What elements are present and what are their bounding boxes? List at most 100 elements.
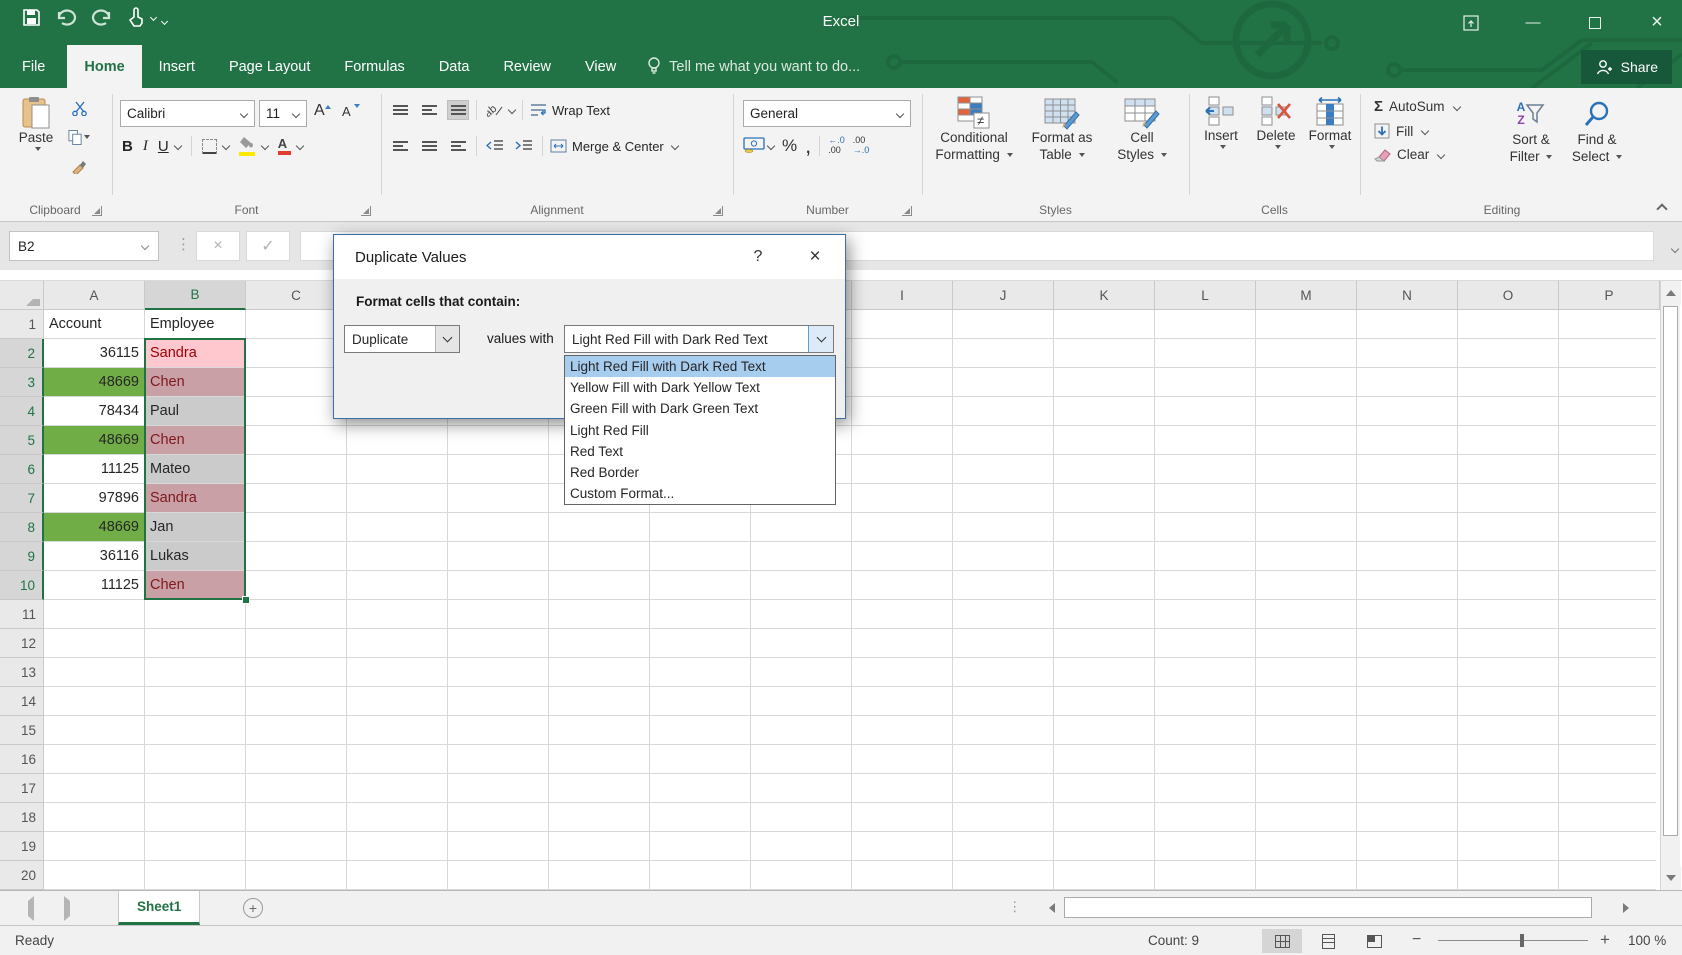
scroll-up-icon[interactable] <box>1661 281 1681 305</box>
vertical-scrollbar[interactable] <box>1660 281 1680 890</box>
format-option-2[interactable]: Green Fill with Dark Green Text <box>565 398 835 419</box>
row-header-5[interactable]: 5 <box>0 426 44 455</box>
row-header-11[interactable]: 11 <box>0 600 44 629</box>
vertical-scroll-thumb[interactable] <box>1663 306 1678 836</box>
scroll-down-icon[interactable] <box>1661 866 1681 890</box>
tab-file[interactable]: File <box>0 45 67 88</box>
row-header-8[interactable]: 8 <box>0 513 44 542</box>
rule-type-dropdown-icon[interactable] <box>435 326 459 352</box>
cell-B9[interactable]: Lukas <box>145 542 246 571</box>
align-left-icon[interactable] <box>389 136 411 156</box>
format-option-0[interactable]: Light Red Fill with Dark Red Text <box>565 356 835 377</box>
format-as-table-button[interactable]: Format as Table <box>1022 96 1102 164</box>
new-sheet-button[interactable]: + <box>243 898 263 918</box>
row-header-7[interactable]: 7 <box>0 484 44 513</box>
cell-B8[interactable]: Jan <box>145 513 246 542</box>
format-option-1[interactable]: Yellow Fill with Dark Yellow Text <box>565 377 835 398</box>
cell-A2[interactable]: 36115 <box>44 339 145 368</box>
cell-B6[interactable]: Mateo <box>145 455 246 484</box>
increase-font-icon[interactable]: A <box>314 102 331 120</box>
normal-view-icon[interactable] <box>1262 929 1302 953</box>
insert-cells-button[interactable]: Insert <box>1195 96 1247 149</box>
format-option-5[interactable]: Red Border <box>565 462 835 483</box>
tab-scroll-splitter[interactable]: ⋮ <box>1008 899 1022 915</box>
row-header-6[interactable]: 6 <box>0 455 44 484</box>
alignment-dialog-launcher[interactable] <box>713 206 723 216</box>
column-header-K[interactable]: K <box>1054 281 1155 310</box>
column-header-J[interactable]: J <box>953 281 1054 310</box>
autosum-button[interactable]: ΣAutoSum <box>1374 98 1460 115</box>
format-painter-icon[interactable] <box>68 156 90 176</box>
row-header-9[interactable]: 9 <box>0 542 44 571</box>
format-option-4[interactable]: Red Text <box>565 441 835 462</box>
decrease-decimal-icon[interactable]: .00→.0 <box>853 136 870 156</box>
row-header-15[interactable]: 15 <box>0 716 44 745</box>
fill-color-icon[interactable] <box>239 136 256 156</box>
align-center-icon[interactable] <box>418 136 440 156</box>
format-cells-button[interactable]: Format <box>1303 96 1357 149</box>
tell-me-box[interactable]: Tell me what you want to do... <box>633 45 860 88</box>
orientation-icon[interactable]: ab <box>484 100 506 120</box>
italic-button[interactable]: I <box>143 138 148 155</box>
format-option-6[interactable]: Custom Format... <box>565 483 835 504</box>
row-header-1[interactable]: 1 <box>0 310 44 339</box>
accounting-format-icon[interactable] <box>743 137 765 156</box>
cell-B5[interactable]: Chen <box>145 426 246 455</box>
column-header-N[interactable]: N <box>1357 281 1458 310</box>
cell-B10[interactable]: Chen <box>145 571 246 600</box>
tab-data[interactable]: Data <box>422 45 487 88</box>
clipboard-dialog-launcher[interactable] <box>92 206 102 216</box>
cell-A4[interactable]: 78434 <box>44 397 145 426</box>
cell-A1[interactable]: Account <box>44 310 145 339</box>
merge-center-button[interactable]: Merge & Center <box>550 139 678 154</box>
sort-filter-button[interactable]: AZ Sort & Filter <box>1500 96 1562 166</box>
zoom-out-icon[interactable]: − <box>1412 931 1421 949</box>
close-button[interactable]: × <box>1640 8 1674 38</box>
touch-mode-icon[interactable] <box>127 7 145 27</box>
share-button[interactable]: Share <box>1581 50 1672 84</box>
cut-icon[interactable] <box>68 98 90 118</box>
column-header-P[interactable]: P <box>1559 281 1660 310</box>
enter-entry-icon[interactable]: ✓ <box>246 231 290 261</box>
save-icon[interactable] <box>22 8 41 27</box>
redo-icon[interactable] <box>91 8 113 26</box>
select-all-corner[interactable] <box>0 281 44 310</box>
conditional-formatting-button[interactable]: ≠ Conditional Formatting <box>930 96 1018 164</box>
horizontal-scroll-thumb[interactable] <box>1064 897 1592 918</box>
zoom-slider-thumb[interactable] <box>1520 934 1524 947</box>
row-header-10[interactable]: 10 <box>0 571 44 600</box>
decrease-indent-icon[interactable] <box>484 136 506 156</box>
copy-icon[interactable] <box>68 127 90 147</box>
row-header-17[interactable]: 17 <box>0 774 44 803</box>
cell-A7[interactable]: 97896 <box>44 484 145 513</box>
row-header-13[interactable]: 13 <box>0 658 44 687</box>
cell-A9[interactable]: 36116 <box>44 542 145 571</box>
align-bottom-icon[interactable] <box>447 100 469 120</box>
font-color-icon[interactable]: A <box>278 137 291 155</box>
paste-button[interactable]: Paste <box>10 96 62 151</box>
cell-B3[interactable]: Chen <box>145 368 246 397</box>
cell-B1[interactable]: Employee <box>145 310 246 339</box>
font-name-combo[interactable]: Calibri <box>120 100 255 127</box>
number-format-combo[interactable]: General <box>743 100 911 127</box>
format-style-combo[interactable]: Light Red Fill with Dark Red Text <box>564 325 834 353</box>
align-middle-icon[interactable] <box>418 100 440 120</box>
formula-bar-splitter[interactable]: ⋮ <box>176 235 191 253</box>
zoom-in-icon[interactable]: + <box>1600 930 1610 950</box>
cell-styles-button[interactable]: Cell Styles <box>1106 96 1178 164</box>
next-sheet-icon[interactable] <box>64 901 70 916</box>
column-header-M[interactable]: M <box>1256 281 1357 310</box>
row-header-12[interactable]: 12 <box>0 629 44 658</box>
clear-button[interactable]: Clear <box>1374 147 1460 162</box>
increase-indent-icon[interactable] <box>513 136 535 156</box>
cell-A10[interactable]: 11125 <box>44 571 145 600</box>
scroll-left-icon[interactable] <box>1044 896 1060 920</box>
row-header-2[interactable]: 2 <box>0 339 44 368</box>
expand-formula-bar-icon[interactable] <box>1669 240 1678 255</box>
dialog-close-icon[interactable]: × <box>793 235 837 279</box>
undo-icon[interactable] <box>55 8 77 26</box>
zoom-level[interactable]: 100 % <box>1628 933 1666 948</box>
row-header-14[interactable]: 14 <box>0 687 44 716</box>
row-header-19[interactable]: 19 <box>0 832 44 861</box>
collapse-ribbon-icon[interactable] <box>1656 203 1667 214</box>
